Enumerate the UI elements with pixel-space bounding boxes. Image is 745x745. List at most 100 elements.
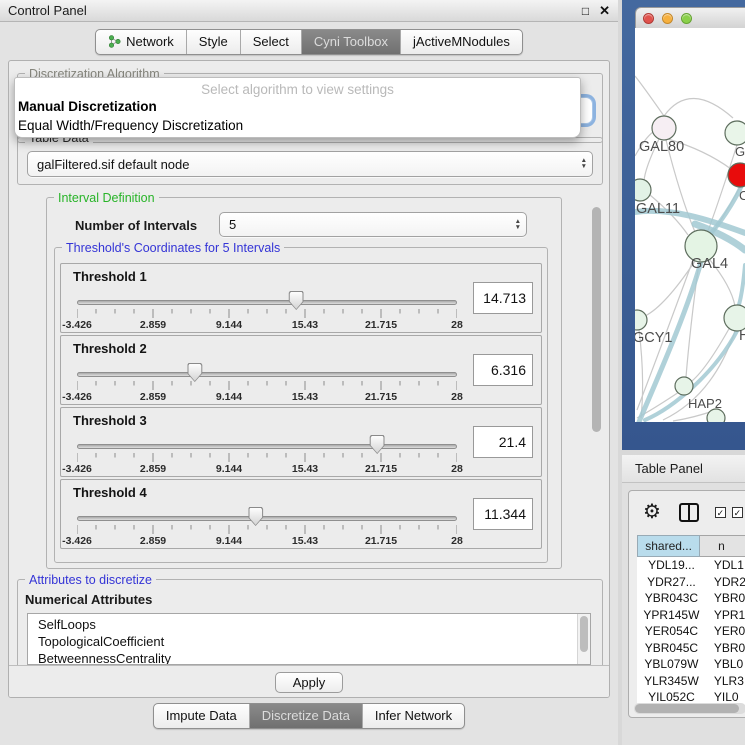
apply-button[interactable]: Apply [275,672,343,693]
threshold-3-panel: Threshold 3 -3.426 2.859 9.144 15.43 21.… [60,407,542,477]
numerical-attributes-list: SelfLoops TopologicalCoefficient Between… [27,613,591,665]
dropdown-item-manual[interactable]: Manual Discretization [15,97,580,116]
node-gcy1[interactable] [635,310,647,330]
slider-thumb[interactable] [187,363,202,382]
table-panel-title: Table Panel [635,461,703,476]
table-row[interactable]: YDL19...YDL1 [637,557,745,574]
control-panel-titlebar: Control Panel □ ✕ [0,0,618,22]
node-hap2[interactable] [675,377,693,395]
threshold-2-value-field[interactable]: 6.316 [473,354,533,386]
threshold-4-value-field[interactable]: 11.344 [473,498,533,530]
panel-title: Control Panel [8,3,87,18]
tab-discretize-data[interactable]: Discretize Data [250,704,363,728]
scrollbar-thumb[interactable] [580,616,588,652]
slider-track[interactable] [77,444,457,449]
slider-track[interactable] [77,516,457,521]
tab-network[interactable]: Network [96,30,187,54]
slider-thumb[interactable] [289,291,304,310]
slider-tick-labels: -3.426 2.859 9.144 15.43 21.715 28 [77,463,457,476]
node-label: GCY1 [635,330,673,346]
threshold-3-slider: -3.426 2.859 9.144 15.43 21.715 28 [71,432,463,476]
table-row[interactable]: YBR043CYBR0 [637,590,745,607]
minimize-traffic-light-icon[interactable] [662,13,673,24]
table-horizontal-scrollbar[interactable] [634,703,745,714]
threshold-4-panel: Threshold 4 -3.426 2.859 9.144 15.43 21.… [60,479,542,549]
float-window-icon[interactable]: □ [582,4,589,18]
table-row[interactable]: YLR345WYLR3 [637,673,745,690]
slider-track[interactable] [77,300,457,305]
list-item[interactable]: TopologicalCoefficient [28,633,590,650]
checkbox-icon[interactable]: ✓ [715,507,726,518]
threshold-2-label: Threshold 2 [73,341,147,356]
split-columns-icon[interactable] [679,503,699,522]
column-header-shared-name[interactable]: shared... [637,535,700,557]
tab-infer-network[interactable]: Infer Network [363,704,464,728]
tab-cyni-toolbox[interactable]: Cyni Toolbox [302,30,401,54]
top-tab-bar: Network Style Select Cyni Toolbox jActiv… [0,29,618,55]
network-window-titlebar[interactable] [635,7,745,28]
content-scrollbar[interactable] [590,197,603,665]
threshold-2-slider: -3.426 2.859 9.144 15.43 21.715 28 [71,360,463,404]
threshold-3-value-field[interactable]: 21.4 [473,426,533,458]
cyni-toolbox-content: Discretization Algorithm Select algorith… [8,60,610,698]
node-label: GAL4 [691,256,728,272]
threshold-3-label: Threshold 3 [73,413,147,428]
node-table: shared... n YDL19...YDL1 YDR27...YDR2 YB… [637,535,745,705]
table-panel-inner: ⚙ ✓ ✓ shared... n YDL19...YDL1 YDR27...Y… [628,490,745,718]
number-of-intervals-combobox[interactable]: 5 ▲▼ [219,212,527,237]
thresholds-title: Threshold's Coordinates for 5 Intervals [62,241,284,255]
node-label: GAL11 [636,201,680,217]
stepper-icon[interactable]: ▲▼ [581,158,587,170]
network-window-frame[interactable]: GAL80 GA GAL11 GAL4 GCY1 H HAP2 C [622,0,745,450]
table-row[interactable]: YBL079WYBL0 [637,656,745,673]
interval-definition-title: Interval Definition [54,191,159,205]
list-item[interactable]: BetweennessCentrality [28,650,590,665]
node-label: H [739,328,745,344]
slider-thumb[interactable] [370,435,385,454]
slider-thumb[interactable] [248,507,263,526]
table-data-combobox[interactable]: galFiltered.sif default node ▲▼ [27,151,593,177]
slider-ticks [77,309,457,319]
algorithm-dropdown-popup: Select algorithm to view settings Manual… [14,77,581,138]
slider-tick-labels: -3.426 2.859 9.144 15.43 21.715 28 [77,391,457,404]
table-row[interactable]: YDR27...YDR2 [637,574,745,591]
stepper-icon[interactable]: ▲▼ [515,219,521,231]
tab-jactivemnodules[interactable]: jActiveMNodules [401,30,522,54]
threshold-1-label: Threshold 1 [73,269,147,284]
column-header-name[interactable]: n [700,535,745,557]
scrollbar-thumb[interactable] [592,207,601,432]
node-label: GA [735,144,745,159]
scrollbar-thumb[interactable] [635,704,739,713]
slider-tick-labels: -3.426 2.859 9.144 15.43 21.715 28 [77,535,457,548]
slider-track[interactable] [77,372,457,377]
zoom-traffic-light-icon[interactable] [681,13,692,24]
control-panel: Control Panel □ ✕ Network Style Select C… [0,0,618,745]
tab-style[interactable]: Style [187,30,241,54]
network-canvas[interactable]: GAL80 GA GAL11 GAL4 GCY1 H HAP2 C [635,28,745,422]
node-ga[interactable] [725,121,745,145]
table-row[interactable]: YER054CYER0 [637,623,745,640]
threshold-1-value-field[interactable]: 14.713 [473,282,533,314]
table-panel: ⚙ ✓ ✓ shared... n YDL19...YDL1 YDR27...Y… [622,483,745,745]
checkbox-icon[interactable]: ✓ [732,507,743,518]
tab-impute-data[interactable]: Impute Data [154,704,250,728]
list-item[interactable]: SelfLoops [28,614,590,633]
tab-select[interactable]: Select [241,30,302,54]
slider-ticks [77,525,457,535]
bottom-tab-bar: Impute Data Discretize Data Infer Networ… [0,703,618,729]
node-gal80[interactable] [652,116,676,140]
list-scrollbar[interactable] [577,614,590,664]
threshold-4-label: Threshold 4 [73,485,147,500]
dropdown-item-equal-width[interactable]: Equal Width/Frequency Discretization [15,116,580,135]
threshold-2-panel: Threshold 2 -3.426 2.859 9.144 15.43 21.… [60,335,542,405]
close-traffic-light-icon[interactable] [643,13,654,24]
table-row[interactable]: YBR045CYBR0 [637,640,745,657]
node-label: GAL80 [639,139,684,155]
slider-ticks [77,381,457,391]
table-row[interactable]: YPR145WYPR1 [637,607,745,624]
threshold-1-panel: Threshold 1 -3.426 2.859 9.144 15.43 21.… [60,263,542,333]
apply-row: Apply [9,665,609,698]
close-icon[interactable]: ✕ [599,3,610,19]
gear-icon[interactable]: ⚙ [643,502,661,522]
node-gal11[interactable] [635,179,651,201]
